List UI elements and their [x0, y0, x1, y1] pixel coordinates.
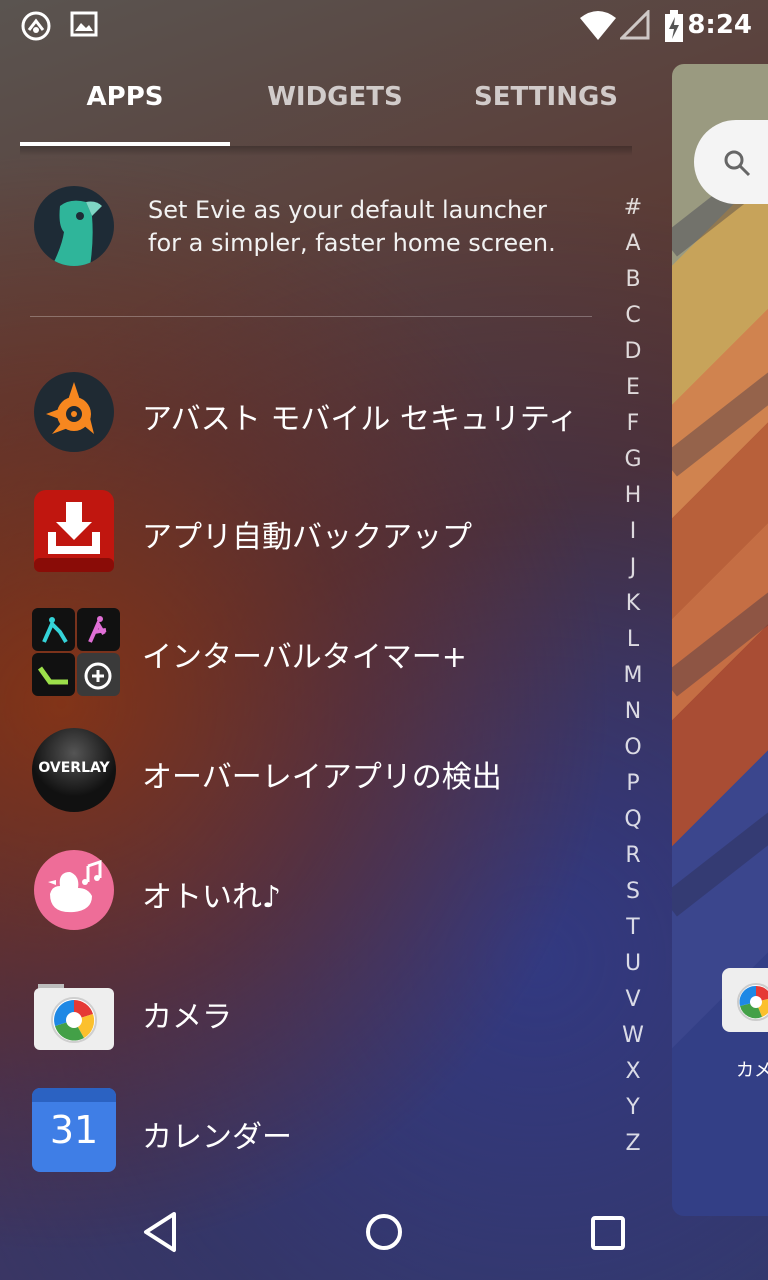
interval-timer-icon — [32, 608, 120, 696]
navigation-bar — [0, 1184, 768, 1280]
index-letter[interactable]: Q — [616, 802, 650, 838]
avast-icon — [32, 370, 116, 454]
calendar-icon: 31 — [32, 1088, 116, 1172]
default-launcher-promo[interactable]: Set Evie as your default launcher for a … — [30, 180, 600, 276]
index-letter[interactable]: O — [616, 730, 650, 766]
calendar-icon-day: 31 — [49, 1108, 99, 1152]
app-item-interval-timer[interactable]: インターバルタイマー+ — [30, 598, 610, 698]
home-icon[interactable] — [364, 1208, 404, 1260]
backup-download-icon — [32, 488, 116, 572]
index-letter[interactable]: S — [616, 874, 650, 910]
index-letter[interactable]: # — [616, 190, 650, 226]
app-label: オトいれ♪ — [142, 880, 282, 915]
index-letter[interactable]: U — [616, 946, 650, 982]
index-letter[interactable]: F — [616, 406, 650, 442]
cellular-signal-icon — [618, 8, 650, 44]
evie-logo-icon — [34, 186, 114, 266]
index-letter[interactable]: C — [616, 298, 650, 334]
home-screen-preview[interactable]: カメ — [672, 64, 768, 1216]
speed-dial-notification-icon — [20, 10, 52, 46]
app-item-camera[interactable]: カメラ — [30, 958, 610, 1058]
tab-settings[interactable]: SETTINGS — [441, 82, 651, 112]
calendar-top-bar — [32, 1088, 116, 1102]
wallpaper-stripe — [672, 797, 768, 917]
app-label: オーバーレイアプリの検出 — [142, 760, 502, 795]
index-letter[interactable]: Y — [616, 1090, 650, 1126]
tab-apps[interactable]: APPS — [20, 82, 230, 112]
wallpaper-stripe — [672, 357, 768, 477]
recents-icon[interactable] — [590, 1208, 626, 1260]
index-letter[interactable]: P — [616, 766, 650, 802]
index-letter[interactable]: D — [616, 334, 650, 370]
wallpaper-stripe — [672, 577, 768, 697]
index-letter[interactable]: K — [616, 586, 650, 622]
preview-camera-icon[interactable] — [722, 968, 768, 1032]
promo-line-1: Set Evie as your default launcher — [148, 196, 547, 224]
index-letter[interactable]: T — [616, 910, 650, 946]
index-letter[interactable]: R — [616, 838, 650, 874]
overlay-icon-text: OVERLAY — [38, 760, 110, 776]
promo-line-2: for a simpler, faster home screen. — [148, 229, 556, 257]
image-notification-icon — [70, 10, 98, 42]
tabs-divider-shadow — [20, 146, 632, 156]
index-letter[interactable]: H — [616, 478, 650, 514]
index-letter[interactable]: G — [616, 442, 650, 478]
index-letter[interactable]: L — [616, 622, 650, 658]
index-letter[interactable]: B — [616, 262, 650, 298]
index-letter[interactable]: M — [616, 658, 650, 694]
index-letter[interactable]: V — [616, 982, 650, 1018]
app-label: アバスト モバイル セキュリティ — [142, 402, 579, 437]
app-item-otoire[interactable]: オトいれ♪ — [30, 838, 610, 938]
app-item-overlay-detector[interactable]: OVERLAY オーバーレイアプリの検出 — [30, 718, 610, 818]
index-letter[interactable]: X — [616, 1054, 650, 1090]
duck-music-icon — [32, 848, 116, 932]
back-icon[interactable] — [140, 1208, 180, 1260]
index-letter[interactable]: J — [616, 550, 650, 586]
preview-search-bar[interactable] — [694, 120, 768, 204]
index-letter[interactable]: Z — [616, 1126, 650, 1162]
promo-message: Set Evie as your default launcher for a … — [148, 194, 598, 260]
status-bar: 8:24 — [0, 0, 768, 52]
camera-icon — [32, 968, 116, 1052]
app-label: カレンダー — [142, 1120, 292, 1155]
wifi-icon — [580, 10, 616, 44]
app-item-auto-backup[interactable]: アプリ自動バックアップ — [30, 478, 610, 578]
battery-charging-icon — [664, 10, 684, 46]
index-letter[interactable]: I — [616, 514, 650, 550]
app-label: インターバルタイマー+ — [142, 640, 467, 675]
drawer-tabs: APPS WIDGETS SETTINGS — [20, 60, 652, 148]
app-item-calendar[interactable]: 31 カレンダー — [30, 1078, 610, 1178]
index-letter[interactable]: E — [616, 370, 650, 406]
alphabet-index[interactable]: # A B C D E F G H I J K L M N O P Q R S T U V W X Y Z — [616, 190, 650, 1162]
app-item-avast[interactable]: アバスト モバイル セキュリティ — [30, 360, 610, 460]
divider — [30, 316, 592, 317]
tab-widgets[interactable]: WIDGETS — [230, 82, 440, 112]
index-letter[interactable]: A — [616, 226, 650, 262]
overlay-icon: OVERLAY — [32, 728, 116, 812]
search-icon — [722, 148, 752, 182]
preview-camera-label: カメ — [736, 1060, 768, 1081]
index-letter[interactable]: N — [616, 694, 650, 730]
app-label: アプリ自動バックアップ — [142, 520, 472, 555]
index-letter[interactable]: W — [616, 1018, 650, 1054]
app-label: カメラ — [142, 1000, 232, 1035]
clock: 8:24 — [687, 10, 752, 40]
